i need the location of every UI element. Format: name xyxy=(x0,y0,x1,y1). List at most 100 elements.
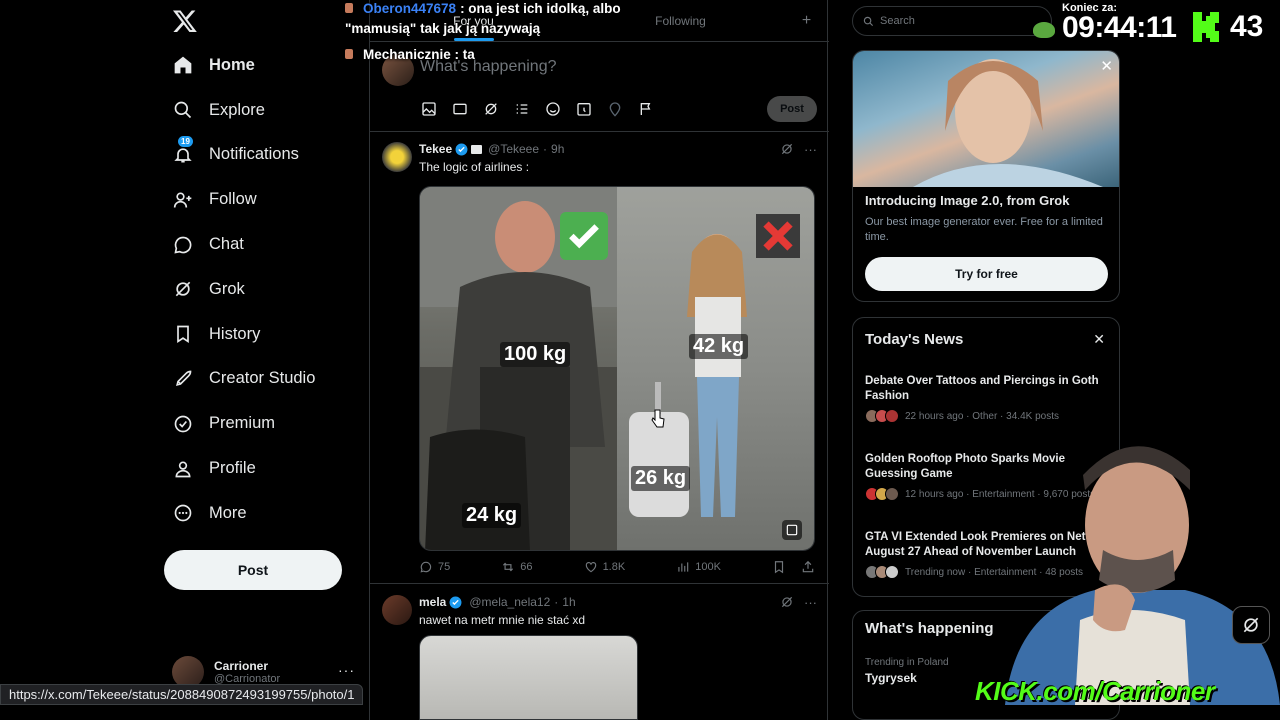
chat-badge-icon xyxy=(345,3,353,13)
man-weight-label: 100 kg xyxy=(500,342,571,367)
bell-icon: 19 xyxy=(172,135,194,166)
nav-label: Premium xyxy=(209,414,276,433)
promo-portrait xyxy=(913,59,1103,187)
post-button[interactable]: Post xyxy=(164,550,342,590)
close-icon[interactable]: ✕ xyxy=(1100,57,1113,75)
left-sidebar: Home Explore 19 Notifications Follow Cha… xyxy=(160,0,365,720)
person-add-icon xyxy=(172,189,194,211)
suitcase-weight-label: 26 kg xyxy=(631,466,691,491)
tweet-text: The logic of airlines : xyxy=(419,160,530,174)
close-icon[interactable]: ✕ xyxy=(1093,331,1105,348)
tweet-image[interactable]: 100 kg 24 kg 42 kg 26 kg xyxy=(419,186,815,551)
grok-icon[interactable] xyxy=(780,595,794,612)
nav-history[interactable]: History xyxy=(160,312,360,357)
chat-username: Oberon447678 xyxy=(363,1,457,16)
verified-badge-icon xyxy=(449,596,462,609)
account-name: Carrioner xyxy=(214,659,269,673)
search-icon xyxy=(172,99,194,121)
nav-notifications[interactable]: 19 Notifications xyxy=(160,133,360,178)
nav-more[interactable]: More xyxy=(160,491,360,536)
more-icon[interactable]: ··· xyxy=(804,595,817,612)
nav-premium[interactable]: Premium xyxy=(160,401,360,446)
try-for-free-button[interactable]: Try for free xyxy=(865,257,1108,291)
nav-label: Creator Studio xyxy=(209,369,316,388)
tweet-time: 9h xyxy=(551,142,565,156)
grok-icon[interactable] xyxy=(780,142,794,159)
timeline: For you Following + What's happening? Po… xyxy=(369,0,829,720)
account-more-icon[interactable]: ··· xyxy=(338,662,355,678)
nav-creator-studio[interactable]: Creator Studio xyxy=(160,357,360,402)
author-handle: @mela_nela12 xyxy=(469,595,551,609)
grok-floating-button[interactable] xyxy=(1232,606,1270,644)
nav-chat[interactable]: Chat xyxy=(160,222,360,267)
main-nav: Home Explore 19 Notifications Follow Cha… xyxy=(160,43,360,536)
trend-context: Trending in Poland xyxy=(865,657,949,668)
tweet-actions: 75 66 1.8K 100K xyxy=(419,560,815,574)
heart-icon xyxy=(585,562,596,573)
separator: · xyxy=(554,595,559,609)
location-icon[interactable] xyxy=(606,100,624,118)
nav-explore[interactable]: Explore xyxy=(160,88,360,133)
author-name[interactable]: Tekee xyxy=(419,142,452,156)
tweet-image[interactable] xyxy=(419,635,638,720)
search-input[interactable]: Search xyxy=(852,6,1052,36)
chat-message: Mechanicznie : ta xyxy=(345,46,675,63)
nav-label: Follow xyxy=(209,190,257,209)
author-name[interactable]: mela xyxy=(419,595,446,609)
nav-label: History xyxy=(209,324,261,343)
nav-label: Grok xyxy=(209,279,245,298)
nav-label: Home xyxy=(209,55,255,74)
search-icon xyxy=(863,16,874,26)
streamer-webcam xyxy=(1005,446,1280,705)
separator: · xyxy=(543,142,548,156)
flag-icon[interactable] xyxy=(637,100,655,118)
timer-value: 09:44:11 xyxy=(1062,11,1177,44)
image-left-half: 100 kg 24 kg xyxy=(420,187,618,550)
cross-icon xyxy=(756,214,800,258)
author-handle: @Tekeee xyxy=(488,142,540,156)
chat-badge-icon xyxy=(345,49,353,59)
tweet[interactable]: mela @mela_nela12 · 1h ··· nawet na metr… xyxy=(370,585,829,720)
gif-icon[interactable] xyxy=(451,100,469,118)
stream-timer-overlay: Koniec za: 09:44:11 43 xyxy=(1030,0,1280,46)
nav-grok[interactable]: Grok xyxy=(160,267,360,312)
browser-status-bar: https://x.com/Tekeee/status/208849087249… xyxy=(0,684,364,705)
add-tab-button[interactable]: + xyxy=(784,0,829,41)
compose-post-button[interactable]: Post xyxy=(767,96,817,122)
chart-icon xyxy=(678,562,689,572)
home-icon xyxy=(172,54,194,76)
like-count: 1.8K xyxy=(602,561,626,573)
more-icon[interactable]: ··· xyxy=(804,142,817,159)
promo-description: Our best image generator ever. Free for … xyxy=(865,216,1103,243)
happening-title: What's happening xyxy=(865,620,994,637)
image-icon[interactable] xyxy=(420,100,438,118)
schedule-icon[interactable] xyxy=(575,100,593,118)
repost-button[interactable]: 66 xyxy=(501,560,533,574)
nav-profile[interactable]: Profile xyxy=(160,446,360,491)
news-title: Today's News xyxy=(865,331,964,348)
avatar[interactable] xyxy=(382,142,412,172)
news-headline: Debate Over Tattoos and Piercings in Got… xyxy=(865,375,1099,402)
x-logo-icon[interactable] xyxy=(172,8,198,34)
verified-badge-icon xyxy=(455,143,468,156)
grok-promo-card: ✕ Introducing Image 2.0, from Grok Our b… xyxy=(852,50,1120,302)
nav-follow[interactable]: Follow xyxy=(160,177,360,222)
tweet[interactable]: Tekee @Tekeee · 9h ··· The logic of airl… xyxy=(370,132,829,584)
avatar[interactable] xyxy=(382,595,412,625)
chat-text: "mamusią" tak jak ją nazywają xyxy=(345,21,541,36)
views-button[interactable]: 100K xyxy=(676,560,721,574)
like-button[interactable]: 1.8K xyxy=(584,560,626,574)
composer-toolbar xyxy=(420,100,655,118)
grok-icon xyxy=(1243,617,1259,633)
tweet-time: 1h xyxy=(562,595,576,609)
share-icon[interactable] xyxy=(801,560,815,574)
grok-icon[interactable] xyxy=(482,100,500,118)
news-item[interactable]: Debate Over Tattoos and Piercings in Got… xyxy=(865,374,1115,423)
reply-button[interactable]: 75 xyxy=(419,560,450,574)
nav-home[interactable]: Home xyxy=(160,43,360,88)
poll-icon[interactable] xyxy=(513,100,531,118)
image-edit-icon[interactable] xyxy=(782,520,802,540)
emoji-icon[interactable] xyxy=(544,100,562,118)
bookmark-icon[interactable] xyxy=(772,560,786,574)
trend-topic[interactable]: Tygrysek xyxy=(865,671,917,685)
